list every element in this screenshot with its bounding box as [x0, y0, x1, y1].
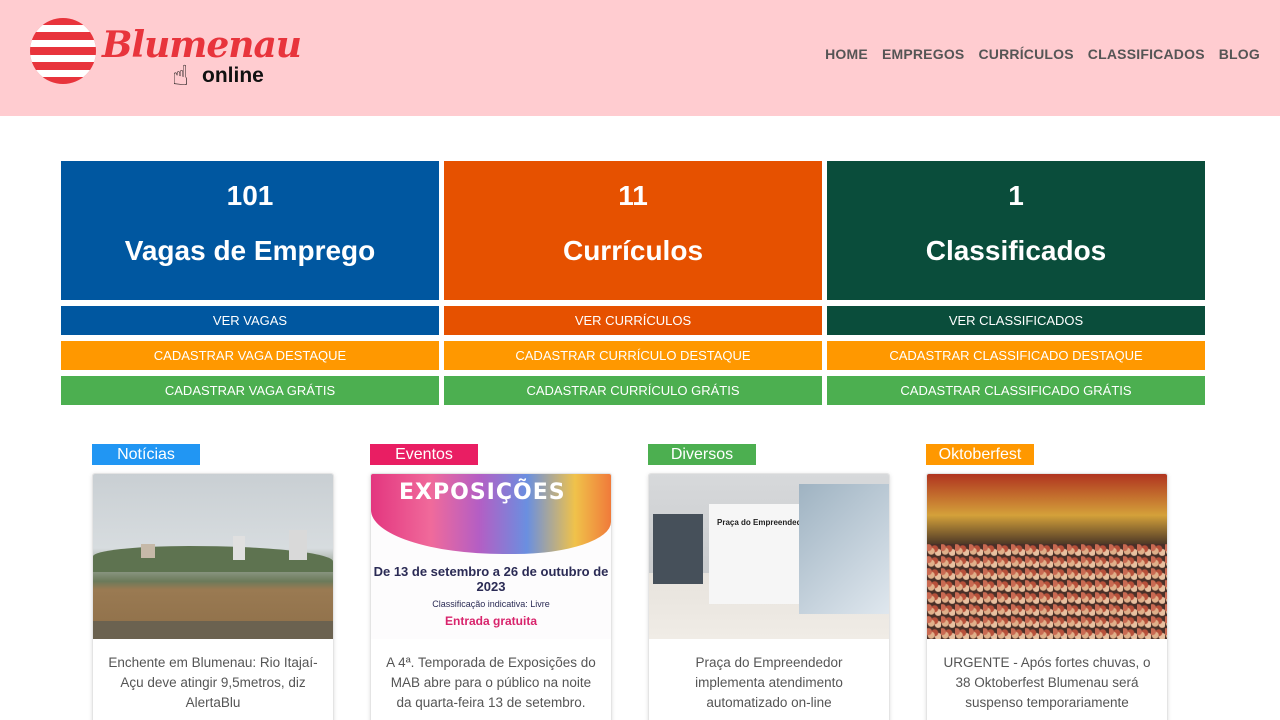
image-classification: Classificação indicativa: Livre [432, 599, 550, 609]
card-image[interactable] [927, 474, 1167, 639]
card-diversos: Diversos Praça do Empreendedor Praça do … [648, 444, 890, 720]
nav-empregos[interactable]: EMPREGOS [882, 46, 965, 62]
card-eventos: Eventos EXPOSIÇÕES De 13 de setembro a 2… [370, 444, 612, 720]
stat-count: 101 [226, 180, 274, 211]
stats-section: 101 Vagas de Emprego VER VAGAS CADASTRAR… [61, 161, 1205, 405]
stat-vagas: 101 Vagas de Emprego VER VAGAS CADASTRAR… [61, 161, 439, 405]
logo-word: Blumenau [102, 24, 302, 66]
nav-curriculos[interactable]: CURRÍCULOS [978, 46, 1073, 62]
cadastrar-classificado-gratis-button[interactable]: CADASTRAR CLASSIFICADO GRÁTIS [827, 376, 1205, 405]
category-tag[interactable]: Diversos [648, 444, 756, 465]
stat-classificados: 1 Classificados VER CLASSIFICADOS CADAST… [827, 161, 1205, 405]
stat-label: Classificados [925, 235, 1107, 266]
ver-classificados-button[interactable]: VER CLASSIFICADOS [827, 306, 1205, 335]
category-tag[interactable]: Eventos [370, 444, 478, 465]
stat-box-curriculos: 11 Currículos [444, 161, 822, 300]
stat-box-vagas: 101 Vagas de Emprego [61, 161, 439, 300]
main-nav: HOME EMPREGOS CURRÍCULOS CLASSIFICADOS B… [825, 46, 1260, 62]
card-oktoberfest: Oktoberfest URGENTE - Após fortes chuvas… [926, 444, 1168, 720]
stat-curriculos: 11 Currículos VER CURRÍCULOS CADASTRAR C… [444, 161, 822, 405]
image-dates: De 13 de setembro a 26 de outubro de 202… [373, 564, 609, 594]
category-tag[interactable]: Notícias [92, 444, 200, 465]
card-caption[interactable]: A 4ª. Temporada de Exposições do MAB abr… [371, 639, 611, 713]
card-caption[interactable]: Praça do Empreendedor implementa atendim… [649, 639, 889, 713]
cadastrar-curriculo-gratis-button[interactable]: CADASTRAR CURRÍCULO GRÁTIS [444, 376, 822, 405]
stat-label: Vagas de Emprego [124, 235, 376, 266]
nav-home[interactable]: HOME [825, 46, 868, 62]
card-caption[interactable]: Enchente em Blumenau: Rio Itajaí-Açu dev… [93, 639, 333, 713]
ver-curriculos-button[interactable]: VER CURRÍCULOS [444, 306, 822, 335]
card-image[interactable]: EXPOSIÇÕES De 13 de setembro a 26 de out… [371, 474, 611, 639]
stat-box-classificados: 1 Classificados [827, 161, 1205, 300]
card-image[interactable]: Praça do Empreendedor [649, 474, 889, 639]
image-title: EXPOSIÇÕES [399, 480, 566, 505]
cadastrar-vaga-destaque-button[interactable]: CADASTRAR VAGA DESTAQUE [61, 341, 439, 370]
card-body[interactable]: EXPOSIÇÕES De 13 de setembro a 26 de out… [370, 473, 612, 720]
card-body[interactable]: Praça do Empreendedor Praça do Empreende… [648, 473, 890, 720]
category-tag[interactable]: Oktoberfest [926, 444, 1034, 465]
stat-count: 1 [1008, 180, 1024, 211]
stat-label: Currículos [562, 235, 704, 266]
logo-sub: online [202, 64, 264, 87]
pointer-hand-icon: ☝ [172, 60, 190, 91]
site-header: Blumenau ☝ online HOME EMPREGOS CURRÍCUL… [0, 0, 1280, 116]
nav-classificados[interactable]: CLASSIFICADOS [1088, 46, 1205, 62]
nav-blog[interactable]: BLOG [1219, 46, 1260, 62]
card-body[interactable]: URGENTE - Após fortes chuvas, o 38 Oktob… [926, 473, 1168, 720]
card-noticias: Notícias Enchente em Blumenau: Rio Itaja… [92, 444, 334, 720]
image-sign: Praça do Empreendedor [717, 518, 810, 527]
card-caption[interactable]: URGENTE - Após fortes chuvas, o 38 Oktob… [927, 639, 1167, 713]
cadastrar-vaga-gratis-button[interactable]: CADASTRAR VAGA GRÁTIS [61, 376, 439, 405]
stat-count: 11 [618, 180, 648, 211]
logo-circle [30, 18, 96, 84]
card-body[interactable]: Enchente em Blumenau: Rio Itajaí-Açu dev… [92, 473, 334, 720]
site-logo[interactable]: Blumenau ☝ online [30, 18, 302, 98]
card-image[interactable] [93, 474, 333, 639]
cadastrar-curriculo-destaque-button[interactable]: CADASTRAR CURRÍCULO DESTAQUE [444, 341, 822, 370]
image-entry: Entrada gratuita [444, 614, 537, 628]
ver-vagas-button[interactable]: VER VAGAS [61, 306, 439, 335]
cadastrar-classificado-destaque-button[interactable]: CADASTRAR CLASSIFICADO DESTAQUE [827, 341, 1205, 370]
